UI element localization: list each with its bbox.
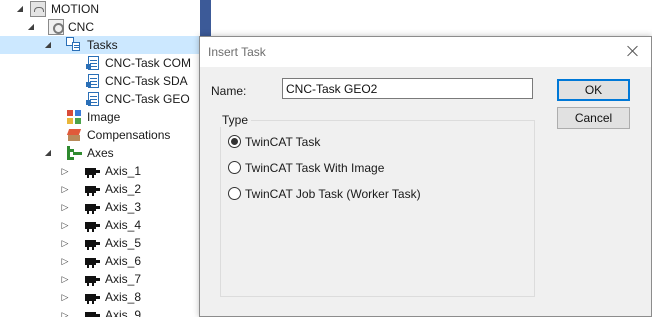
compensations-icon: [66, 127, 82, 143]
task-icon: [85, 91, 101, 107]
tree-item-tasks[interactable]: ◢ Tasks: [0, 36, 200, 54]
tree-item-axis-6[interactable]: ▷ Axis_6: [0, 252, 200, 270]
dialog-titlebar[interactable]: Insert Task: [200, 37, 651, 67]
tree-item-label: Axis_5: [105, 236, 142, 250]
expand-arrow-icon[interactable]: ▷: [59, 162, 71, 180]
tree-item-compensations[interactable]: Compensations: [0, 126, 200, 144]
task-name-input[interactable]: [282, 78, 533, 99]
tree-item-label: Axis_1: [105, 164, 142, 178]
tree-item-label: Image: [87, 110, 121, 124]
expand-arrow-icon[interactable]: ▷: [59, 216, 71, 234]
tasks-icon: [66, 37, 82, 53]
tree-item-cnc-task-com[interactable]: CNC-Task COM: [0, 54, 200, 72]
radio-label: TwinCAT Task: [245, 135, 321, 149]
tree-item-label: Axis_4: [105, 218, 142, 232]
radio-label: TwinCAT Job Task (Worker Task): [245, 187, 421, 201]
tree-item-cnc-task-geo[interactable]: CNC-Task GEO: [0, 90, 200, 108]
tree-item-label: Axis_9: [105, 308, 142, 317]
dialog-title: Insert Task: [208, 45, 266, 59]
axis-icon: [84, 235, 100, 251]
axis-icon: [84, 163, 100, 179]
cancel-button[interactable]: Cancel: [557, 107, 630, 129]
insert-task-dialog: Insert Task Name: OK Cancel Type TwinCAT…: [199, 36, 652, 317]
axis-icon: [84, 253, 100, 269]
axis-icon: [84, 181, 100, 197]
expand-arrow-icon[interactable]: ▷: [59, 252, 71, 270]
tree-item-axis-7[interactable]: ▷ Axis_7: [0, 270, 200, 288]
tree-item-label: Axes: [87, 146, 114, 160]
tree-item-label: Axis_6: [105, 254, 142, 268]
tree-item-label: CNC-Task COM: [105, 56, 191, 70]
expand-arrow-icon[interactable]: ▷: [59, 270, 71, 288]
tree-item-label: CNC-Task SDA: [105, 74, 188, 88]
tree-item-label: Tasks: [87, 38, 118, 52]
collapse-arrow-icon[interactable]: ◢: [42, 36, 54, 54]
collapse-arrow-icon[interactable]: ◢: [42, 144, 54, 162]
radio-button[interactable]: [228, 161, 241, 174]
axis-icon: [84, 199, 100, 215]
tree-item-label: CNC-Task GEO: [105, 92, 190, 106]
cnc-icon: [48, 19, 64, 35]
collapse-arrow-icon[interactable]: ◢: [25, 18, 37, 36]
tree-item-axis-9[interactable]: ▷ Axis_9: [0, 306, 200, 317]
tree-item-cnc[interactable]: ◢ CNC: [0, 18, 200, 36]
tree-item-motion[interactable]: ◢ MOTION: [0, 0, 200, 18]
tree-item-axes[interactable]: ◢ Axes: [0, 144, 200, 162]
name-label: Name:: [211, 84, 247, 98]
radio-button[interactable]: [228, 187, 241, 200]
tree-item-label: Axis_8: [105, 290, 142, 304]
type-group-legend: Type: [219, 113, 252, 127]
tree-item-label: Axis_3: [105, 200, 142, 214]
tree-item-cnc-task-sda[interactable]: CNC-Task SDA: [0, 72, 200, 90]
axis-icon: [84, 289, 100, 305]
tree-item-axis-5[interactable]: ▷ Axis_5: [0, 234, 200, 252]
expand-arrow-icon[interactable]: ▷: [59, 288, 71, 306]
axis-icon: [84, 217, 100, 233]
expand-arrow-icon[interactable]: ▷: [59, 198, 71, 216]
collapse-arrow-icon[interactable]: ◢: [14, 0, 26, 18]
tree-item-axis-2[interactable]: ▷ Axis_2: [0, 180, 200, 198]
solution-tree[interactable]: ◢ MOTION ◢ CNC ◢ Tasks CNC-Task COM CNC-…: [0, 0, 200, 317]
task-icon: [85, 55, 101, 71]
task-icon: [85, 73, 101, 89]
tree-item-label: Axis_7: [105, 272, 142, 286]
tree-item-axis-1[interactable]: ▷ Axis_1: [0, 162, 200, 180]
motion-icon: [30, 1, 46, 17]
axis-icon: [84, 271, 100, 287]
tree-item-label: Compensations: [87, 128, 171, 142]
image-icon: [66, 109, 82, 125]
tree-item-axis-8[interactable]: ▷ Axis_8: [0, 288, 200, 306]
axis-icon: [84, 307, 100, 317]
axes-icon: [66, 145, 82, 161]
expand-arrow-icon[interactable]: ▷: [59, 234, 71, 252]
tree-item-label: MOTION: [51, 2, 99, 16]
ok-button[interactable]: OK: [557, 79, 630, 101]
tree-item-label: CNC: [68, 20, 94, 34]
radio-button-checked[interactable]: [228, 135, 241, 148]
radio-label: TwinCAT Task With Image: [245, 161, 385, 175]
expand-arrow-icon[interactable]: ▷: [59, 180, 71, 198]
tree-item-axis-3[interactable]: ▷ Axis_3: [0, 198, 200, 216]
tree-item-image[interactable]: Image: [0, 108, 200, 126]
tree-item-label: Axis_2: [105, 182, 142, 196]
tree-item-axis-4[interactable]: ▷ Axis_4: [0, 216, 200, 234]
close-icon[interactable]: [625, 43, 641, 59]
expand-arrow-icon[interactable]: ▷: [59, 306, 71, 317]
